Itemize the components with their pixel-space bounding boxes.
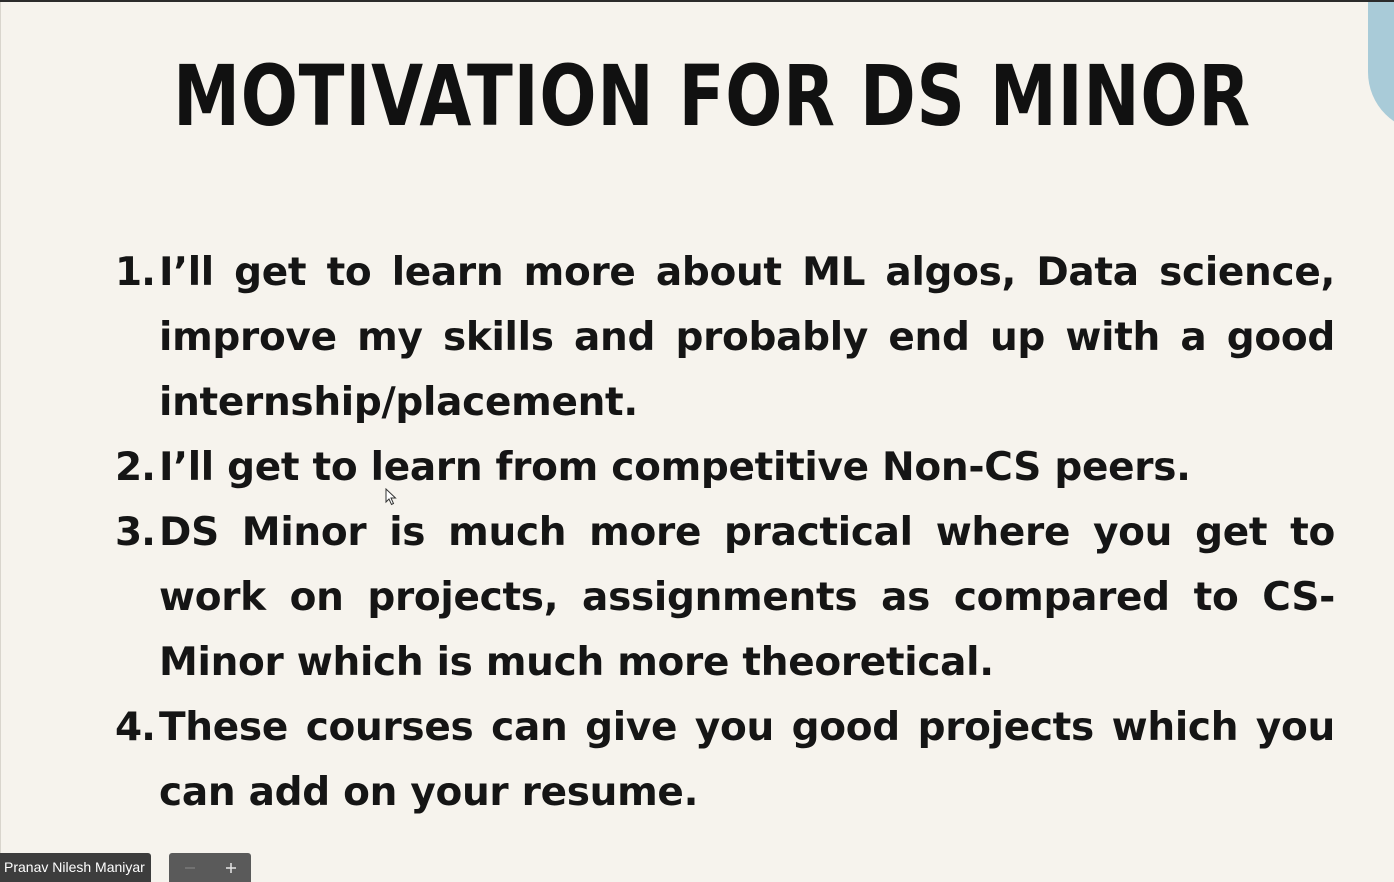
slide-corner-accent <box>1368 2 1394 132</box>
zoom-out-button[interactable] <box>178 856 202 880</box>
zoom-in-button[interactable] <box>219 856 243 880</box>
zoom-controls <box>169 853 251 882</box>
list-item-text: These courses can give you good projects… <box>159 705 1335 815</box>
motivation-list: 1. I’ll get to learn more about ML algos… <box>101 240 1335 825</box>
minus-icon <box>184 866 195 869</box>
list-item-text: I’ll get to learn more about ML algos, D… <box>159 250 1335 425</box>
presentation-slide: MOTIVATION FOR DS MINOR 1. I’ll get to l… <box>0 2 1394 882</box>
mouse-pointer-icon <box>385 488 397 506</box>
list-item: 1. I’ll get to learn more about ML algos… <box>101 240 1335 435</box>
list-item-number: 1. <box>115 250 156 295</box>
list-item: 3. DS Minor is much more practical where… <box>101 500 1335 695</box>
list-item: 2. I’ll get to learn from competitive No… <box>101 435 1335 500</box>
slide-title: MOTIVATION FOR DS MINOR <box>173 47 1251 145</box>
list-item: 4. These courses can give you good proje… <box>101 695 1335 825</box>
list-item-number: 2. <box>115 445 156 490</box>
presenter-name-tag: Pranav Nilesh Maniyar <box>0 853 151 882</box>
plus-icon <box>225 862 236 873</box>
screen-share-view: MOTIVATION FOR DS MINOR 1. I’ll get to l… <box>0 0 1394 882</box>
list-item-text: I’ll get to learn from competitive Non-C… <box>159 445 1191 490</box>
list-item-number: 3. <box>115 510 156 555</box>
list-item-text: DS Minor is much more practical where yo… <box>159 510 1335 685</box>
list-item-number: 4. <box>115 705 156 750</box>
